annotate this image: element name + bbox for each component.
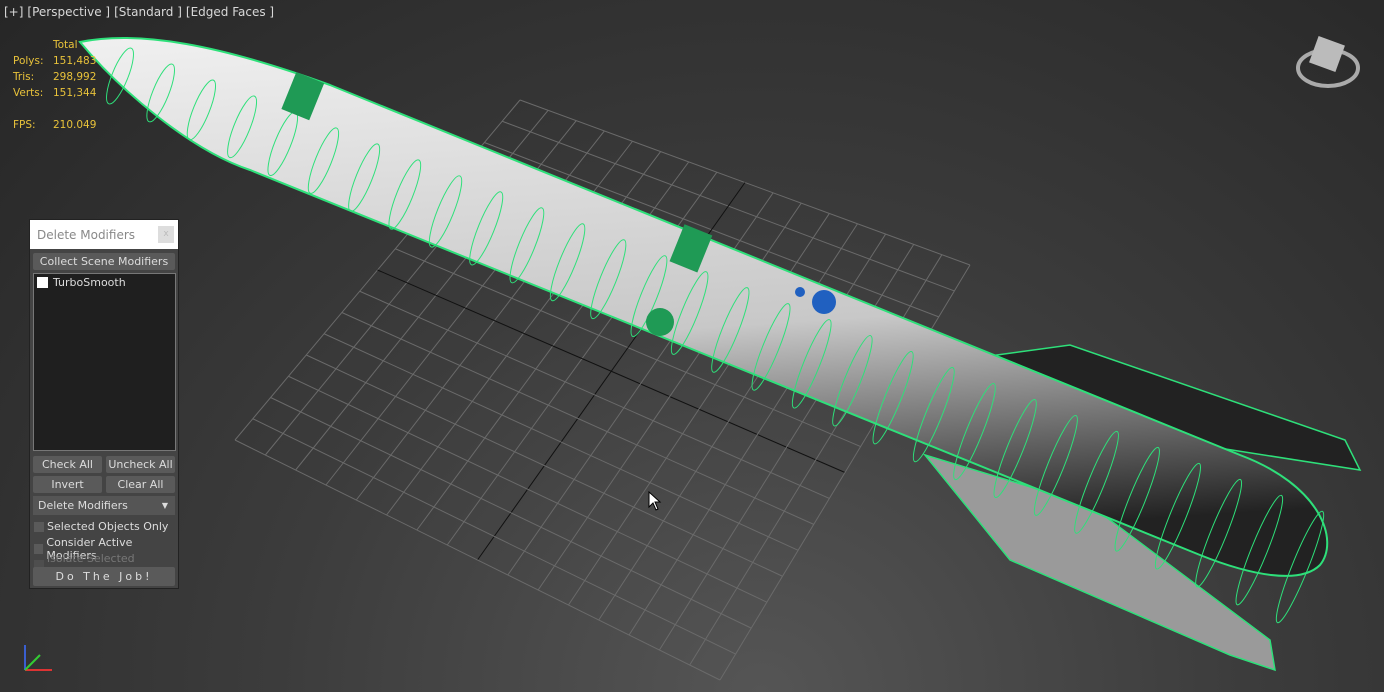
viewcube[interactable] [1296, 36, 1360, 88]
do-the-job-button[interactable]: Do The Job! [33, 567, 175, 586]
modifier-list[interactable]: TurboSmooth [33, 273, 176, 451]
chevron-down-icon: ▼ [161, 501, 168, 510]
close-button[interactable]: x [158, 226, 174, 243]
invert-button[interactable]: Invert [33, 476, 102, 493]
list-item-label: TurboSmooth [53, 276, 126, 289]
stat-label: Polys: [13, 55, 44, 67]
stats-header: Total [53, 39, 78, 51]
list-item[interactable]: TurboSmooth [34, 274, 175, 291]
perspective-viewport[interactable]: [+] [Perspective ] [Standard ] [Edged Fa… [0, 0, 1384, 692]
viewport-shading-menu[interactable]: [Standard ] [114, 5, 182, 19]
viewport-label-menu[interactable]: [+] [Perspective ] [Standard ] [Edged Fa… [4, 5, 274, 19]
scene-statistics: Total Polys: 151,483 Tris: 298,992 Verts: 1… [13, 37, 96, 133]
check-all-button[interactable]: Check All [33, 456, 102, 473]
viewport-edged-faces-menu[interactable]: [Edged Faces ] [186, 5, 274, 19]
selected-objects-only-checkbox[interactable]: Selected Objects Only [34, 520, 168, 533]
clear-all-button[interactable]: Clear All [106, 476, 175, 493]
fps-value: 210.049 [53, 119, 97, 131]
mode-dropdown[interactable]: Delete Modifiers ▼ [33, 496, 175, 515]
rocket-model [78, 36, 1362, 672]
collect-scene-modifiers-button[interactable]: Collect Scene Modifiers [33, 253, 175, 270]
stat-label: Verts: [13, 87, 44, 99]
dialog-title[interactable]: Delete Modifiers x [30, 220, 178, 249]
stat-value: 298,992 [53, 71, 97, 83]
grid-line [252, 418, 736, 655]
grid-line [288, 375, 768, 603]
grid-line [306, 354, 783, 577]
rocket-body [78, 36, 1329, 577]
axis-tripod-icon [24, 645, 52, 671]
rocket-green-hatch [646, 308, 674, 336]
grid-line [234, 439, 721, 681]
rocket-blue-part [812, 290, 836, 314]
dialog-title-text: Delete Modifiers [37, 228, 136, 242]
mouse-cursor-icon [648, 491, 662, 511]
delete-modifiers-dialog: Delete Modifiers x Collect Scene Modifier… [29, 219, 179, 589]
viewport-plus-menu[interactable]: [+] [4, 5, 23, 19]
viewport-view-menu[interactable]: [Perspective ] [27, 5, 110, 19]
stat-value: 151,344 [53, 87, 97, 99]
checkbox[interactable] [37, 277, 48, 288]
uncheck-all-button[interactable]: Uncheck All [106, 456, 175, 473]
mode-dropdown-value: Delete Modifiers [38, 499, 128, 512]
scene-canvas[interactable] [0, 0, 1384, 692]
checkbox-label: Selected Objects Only [47, 520, 169, 533]
stat-value: 151,483 [53, 55, 97, 67]
stat-label: Tris: [13, 71, 35, 83]
fps-label: FPS: [13, 119, 36, 131]
